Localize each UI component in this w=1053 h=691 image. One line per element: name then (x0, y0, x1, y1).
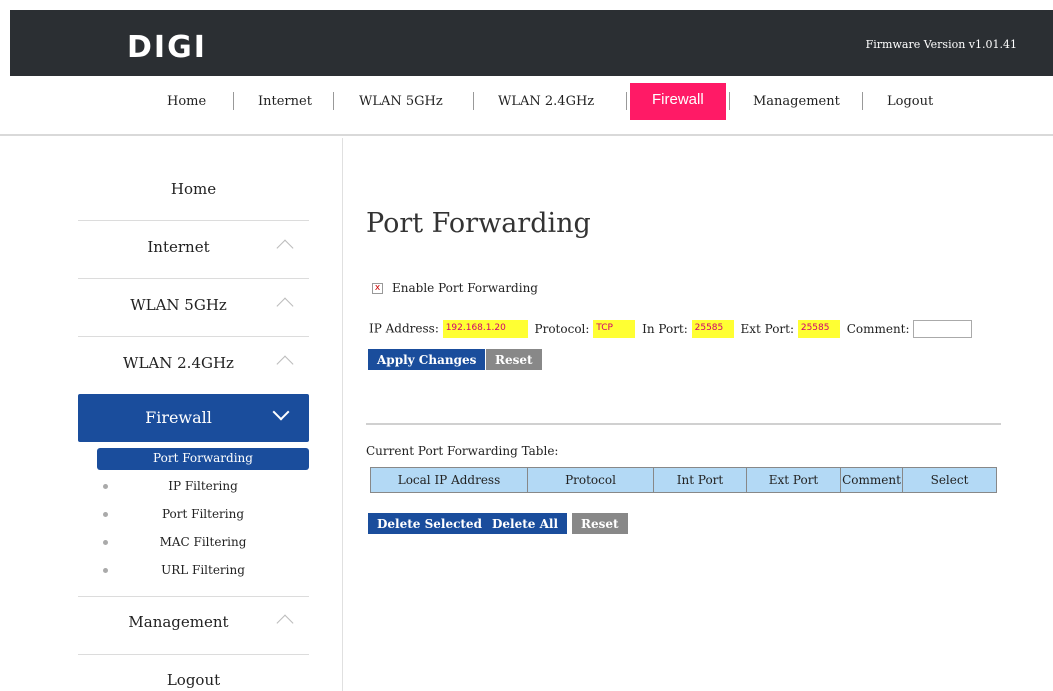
sidebar-subitem-port-filtering[interactable]: Port Filtering (97, 504, 309, 526)
topnav-separator (333, 92, 334, 110)
column-header-local-ip: Local IP Address (370, 467, 528, 493)
column-header-ext-port: Ext Port (746, 467, 841, 493)
sidebar-subitem-url-filtering[interactable]: URL Filtering (97, 560, 309, 582)
sidebar-subitem-port-forwarding[interactable]: Port Forwarding (97, 448, 309, 470)
in-port-label: In Port: (642, 322, 688, 336)
bullet-icon (103, 568, 108, 573)
sidebar-subitem-label: Port Filtering (161, 507, 245, 521)
sidebar-subitem-label: IP Filtering (168, 479, 238, 493)
enable-port-forwarding-row: x Enable Port Forwarding (372, 281, 538, 295)
sidebar-item-logout[interactable]: Logout (78, 651, 309, 691)
topnav-separator (233, 92, 234, 110)
sidebar: Home Internet WLAN 5GHz WLAN 2.4GHz Fire… (0, 138, 343, 691)
sidebar-subitem-ip-filtering[interactable]: IP Filtering (97, 476, 309, 498)
enable-port-forwarding-label: Enable Port Forwarding (392, 281, 538, 295)
top-navigation: Home Internet WLAN 5GHz WLAN 2.4GHz Fire… (0, 76, 1053, 136)
sidebar-item-label: WLAN 2.4GHz (123, 354, 234, 372)
topnav-separator (473, 92, 474, 110)
header-bar: DIGI Firmware Version v1.01.41 (10, 10, 1053, 76)
protocol-select[interactable]: TCP (593, 320, 636, 338)
topnav-home[interactable]: Home (167, 94, 206, 109)
page-title: Port Forwarding (366, 208, 591, 239)
topnav-separator (862, 92, 863, 110)
sidebar-item-management[interactable]: Management (78, 593, 309, 651)
sidebar-item-label: Logout (166, 671, 221, 689)
digi-logo: DIGI (127, 30, 207, 65)
topnav-separator (626, 92, 627, 110)
sidebar-item-wlan-24ghz[interactable]: WLAN 2.4GHz (78, 334, 309, 392)
sidebar-item-wlan-5ghz[interactable]: WLAN 5GHz (78, 276, 309, 334)
sidebar-subitem-mac-filtering[interactable]: MAC Filtering (97, 532, 309, 554)
firmware-version: Firmware Version v1.01.41 (865, 38, 1017, 51)
ip-address-input[interactable]: 192.168.1.20 (442, 320, 528, 338)
sidebar-item-label: Internet (147, 238, 210, 256)
port-forwarding-form: IP Address: 192.168.1.20 Protocol: TCP I… (369, 320, 973, 338)
table-reset-button[interactable]: Reset (572, 513, 628, 534)
sidebar-subitem-label: URL Filtering (161, 563, 245, 577)
sidebar-item-firewall[interactable]: Firewall (78, 394, 309, 442)
table-title: Current Port Forwarding Table: (366, 444, 559, 458)
reset-button[interactable]: Reset (486, 349, 542, 370)
topnav-internet[interactable]: Internet (258, 94, 312, 109)
sidebar-item-label: WLAN 5GHz (130, 296, 227, 314)
ip-address-label: IP Address: (369, 321, 439, 336)
column-header-select: Select (902, 467, 997, 493)
ext-port-input[interactable]: 25585 (797, 320, 840, 338)
topnav-management[interactable]: Management (753, 94, 840, 109)
enable-port-forwarding-checkbox[interactable]: x (372, 283, 383, 294)
sidebar-item-label: Management (128, 613, 229, 631)
protocol-label: Protocol: (534, 322, 590, 336)
table-header-row: Local IP Address Protocol Int Port Ext P… (370, 467, 997, 493)
topnav-firewall[interactable]: Firewall (630, 83, 726, 120)
sidebar-item-label: Home (170, 180, 217, 198)
sidebar-item-internet[interactable]: Internet (78, 218, 309, 276)
topnav-separator (729, 92, 730, 110)
ext-port-label: Ext Port: (740, 322, 795, 336)
comment-label: Comment: (846, 322, 910, 336)
bullet-icon (103, 540, 108, 545)
column-header-comment: Comment (840, 467, 903, 493)
bullet-icon (103, 512, 108, 517)
in-port-input[interactable]: 25585 (691, 320, 734, 338)
delete-all-button[interactable]: Delete All (483, 513, 568, 534)
topnav-wlan-5ghz[interactable]: WLAN 5GHz (359, 94, 443, 109)
delete-selected-button[interactable]: Delete Selected (368, 513, 491, 534)
port-forwarding-table: Local IP Address Protocol Int Port Ext P… (370, 467, 997, 493)
topnav-wlan-24ghz[interactable]: WLAN 2.4GHz (498, 94, 594, 109)
apply-changes-button[interactable]: Apply Changes (368, 349, 486, 370)
sidebar-item-home[interactable]: Home (78, 160, 309, 218)
sidebar-subitem-label: MAC Filtering (159, 535, 247, 549)
column-header-int-port: Int Port (653, 467, 747, 493)
section-divider (366, 423, 1001, 425)
comment-input[interactable] (913, 320, 973, 338)
topnav-logout[interactable]: Logout (887, 94, 933, 109)
bullet-icon (103, 484, 108, 489)
column-header-protocol: Protocol (527, 467, 654, 493)
